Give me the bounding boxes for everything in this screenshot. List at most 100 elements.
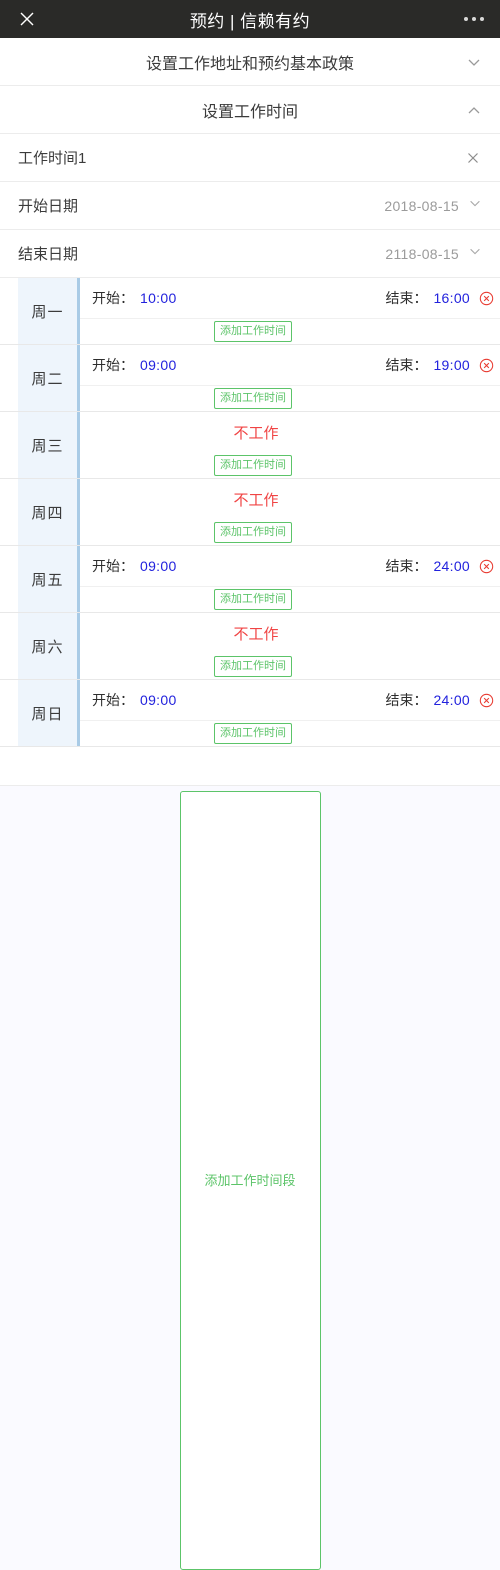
start-label: 开始： <box>92 290 134 306</box>
start-label: 开始： <box>92 692 134 708</box>
add-slot-line: 添加工作时间 <box>80 319 500 344</box>
end-label: 结束： <box>385 692 428 708</box>
app-bar: 预约 | 信赖有约 <box>0 0 500 38</box>
start-date-row[interactable]: 开始日期 2018-08-15 <box>0 182 500 230</box>
end-date-row[interactable]: 结束日期 2118-08-15 <box>0 230 500 278</box>
time-slot-empty: 不工作 <box>80 613 500 654</box>
schedule-day-row: 周二 开始： 09:00 结束： 19:00 添加工作时间 <box>0 345 500 412</box>
slot-end: 结束： 24:00 <box>385 690 494 710</box>
weekly-schedule: 周一 开始： 10:00 结束： 16:00 添加工作时间 周二 开始： 09:00 结束： 19:… <box>0 278 500 747</box>
end-label: 结束： <box>385 558 428 574</box>
time-slot: 开始： 09:00 结束： 19:00 <box>80 345 500 386</box>
end-label: 结束： <box>385 357 428 373</box>
remove-work-period-icon[interactable] <box>464 149 482 167</box>
schedule-day-row: 周一 开始： 10:00 结束： 16:00 添加工作时间 <box>0 278 500 345</box>
end-time-value[interactable]: 24:00 <box>433 558 470 574</box>
add-slot-line: 添加工作时间 <box>80 654 500 679</box>
add-work-time-button[interactable]: 添加工作时间 <box>214 522 292 543</box>
end-label: 结束： <box>385 290 428 306</box>
day-name: 周五 <box>31 571 64 589</box>
add-work-period-button[interactable]: 添加工作时间段 <box>179 791 321 1570</box>
footer-bar: 添加工作时间段 <box>0 785 500 1570</box>
off-work-label: 不工作 <box>233 626 279 643</box>
more-dot <box>480 17 484 21</box>
day-name: 周六 <box>31 638 64 656</box>
start-time-value[interactable]: 09:00 <box>140 692 177 708</box>
slot-end: 结束： 24:00 <box>385 556 494 576</box>
work-period-name: 工作时间1 <box>18 150 87 167</box>
delete-time-slot-icon[interactable] <box>479 291 494 306</box>
day-slots: 开始： 09:00 结束： 19:00 添加工作时间 <box>80 345 500 411</box>
slot-end: 结束： 19:00 <box>385 355 494 375</box>
slot-start: 开始： 09:00 <box>92 556 177 576</box>
start-date-control[interactable]: 2018-08-15 <box>384 196 482 215</box>
page-scroll-area[interactable]: 设置工作地址和预约基本政策 设置工作时间 工作时间1 开始日期 2018-08-… <box>0 38 500 785</box>
day-slots: 不工作 添加工作时间 <box>80 479 500 545</box>
delete-time-slot-icon[interactable] <box>479 559 494 574</box>
end-time-value[interactable]: 24:00 <box>433 692 470 708</box>
end-date-control[interactable]: 2118-08-15 <box>385 244 482 263</box>
chevron-down-icon <box>468 244 482 263</box>
add-work-time-button[interactable]: 添加工作时间 <box>214 589 292 610</box>
day-name: 周日 <box>31 705 64 723</box>
more-dot <box>472 17 476 21</box>
end-date-label: 结束日期 <box>18 246 79 263</box>
day-label-cell: 周三 <box>18 412 80 478</box>
add-work-time-button[interactable]: 添加工作时间 <box>214 455 292 476</box>
day-name: 周一 <box>31 303 64 321</box>
start-time-value[interactable]: 10:00 <box>140 290 177 306</box>
day-slots: 不工作 添加工作时间 <box>80 613 500 679</box>
time-slot-empty: 不工作 <box>80 412 500 453</box>
chevron-down-icon <box>466 54 482 70</box>
accordion-header-work-hours[interactable]: 设置工作时间 <box>0 86 500 134</box>
add-work-time-button[interactable]: 添加工作时间 <box>214 388 292 409</box>
slot-start: 开始： 10:00 <box>92 288 177 308</box>
add-work-time-button[interactable]: 添加工作时间 <box>214 656 292 677</box>
time-slot-empty: 不工作 <box>80 479 500 520</box>
delete-time-slot-icon[interactable] <box>479 693 494 708</box>
add-slot-line: 添加工作时间 <box>80 587 500 612</box>
more-dot <box>464 17 468 21</box>
off-work-label: 不工作 <box>233 425 279 442</box>
start-time-value[interactable]: 09:00 <box>140 558 177 574</box>
close-icon[interactable] <box>16 8 38 30</box>
day-label-cell: 周五 <box>18 546 80 612</box>
start-date-label: 开始日期 <box>18 198 79 215</box>
day-slots: 开始： 10:00 结束： 16:00 添加工作时间 <box>80 278 500 344</box>
start-time-value[interactable]: 09:00 <box>140 357 177 373</box>
add-work-time-button[interactable]: 添加工作时间 <box>214 723 292 744</box>
schedule-day-row: 周日 开始： 09:00 结束： 24:00 添加工作时间 <box>0 680 500 747</box>
end-time-value[interactable]: 19:00 <box>433 357 470 373</box>
delete-time-slot-icon[interactable] <box>479 358 494 373</box>
page-title: 预约 | 信赖有约 <box>189 11 311 31</box>
slot-start: 开始： 09:00 <box>92 690 177 710</box>
time-slot: 开始： 10:00 结束： 16:00 <box>80 278 500 319</box>
accordion-title: 设置工作时间 <box>201 103 298 121</box>
more-options-icon[interactable] <box>464 11 484 27</box>
day-label-cell: 周四 <box>18 479 80 545</box>
chevron-up-icon <box>466 102 482 118</box>
start-label: 开始： <box>92 558 134 574</box>
day-label-cell: 周六 <box>18 613 80 679</box>
day-label-cell: 周二 <box>18 345 80 411</box>
end-time-value[interactable]: 16:00 <box>433 290 470 306</box>
add-slot-line: 添加工作时间 <box>80 520 500 545</box>
add-work-time-button[interactable]: 添加工作时间 <box>214 321 292 342</box>
day-label-cell: 周日 <box>18 680 80 746</box>
accordion-header-work-address[interactable]: 设置工作地址和预约基本政策 <box>0 38 500 86</box>
day-label-cell: 周一 <box>18 278 80 344</box>
schedule-day-row: 周四 不工作 添加工作时间 <box>0 479 500 546</box>
day-slots: 不工作 添加工作时间 <box>80 412 500 478</box>
off-work-label: 不工作 <box>233 492 279 509</box>
slot-end: 结束： 16:00 <box>385 288 494 308</box>
schedule-day-row: 周五 开始： 09:00 结束： 24:00 添加工作时间 <box>0 546 500 613</box>
add-slot-line: 添加工作时间 <box>80 453 500 478</box>
day-name: 周三 <box>31 437 64 455</box>
chevron-down-icon <box>468 196 482 215</box>
accordion-title: 设置工作地址和预约基本政策 <box>145 55 354 73</box>
add-slot-line: 添加工作时间 <box>80 721 500 746</box>
work-period-row: 工作时间1 <box>0 134 500 182</box>
add-slot-line: 添加工作时间 <box>80 386 500 411</box>
end-date-value: 2118-08-15 <box>385 245 459 262</box>
time-slot: 开始： 09:00 结束： 24:00 <box>80 680 500 721</box>
